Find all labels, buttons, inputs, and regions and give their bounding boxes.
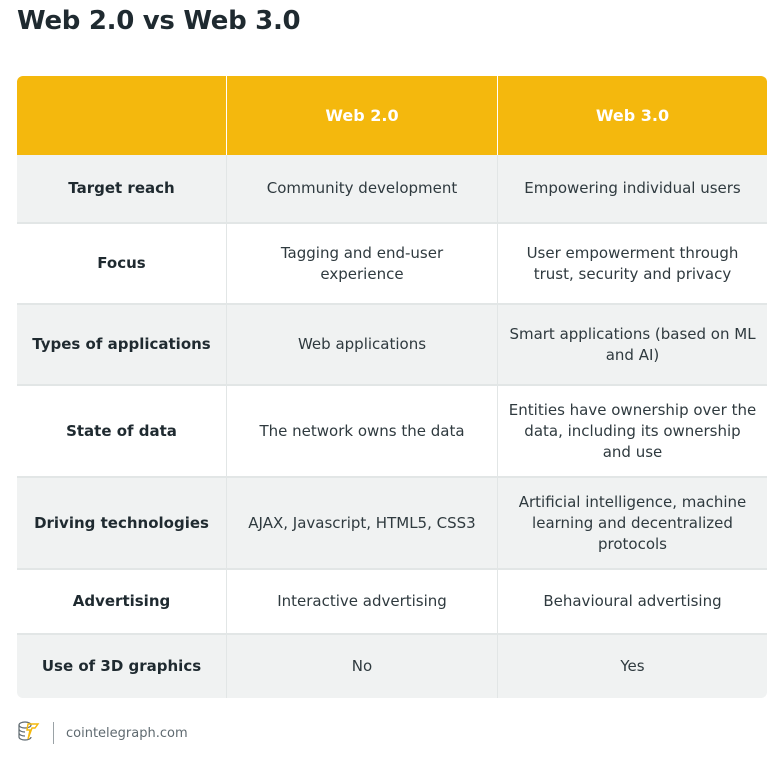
table-row: Advertising Interactive advertising Beha… xyxy=(17,570,767,635)
web3-cell: User empowerment through trust, security… xyxy=(497,224,767,303)
web2-cell: AJAX, Javascript, HTML5, CSS3 xyxy=(226,478,497,568)
footer-divider xyxy=(53,722,54,744)
row-label: Target reach xyxy=(68,179,175,197)
page-title: Web 2.0 vs Web 3.0 xyxy=(17,6,301,36)
table-row: Use of 3D graphics No Yes xyxy=(17,635,767,698)
web3-cell: Empowering individual users xyxy=(497,155,767,222)
header-cell-web3: Web 3.0 xyxy=(497,76,767,155)
web3-cell: Smart applications (based on ML and AI) xyxy=(497,305,767,384)
web2-cell: Tagging and end-user experience xyxy=(226,224,497,303)
row-label: Focus xyxy=(97,254,146,272)
site-name: cointelegraph.com xyxy=(66,725,188,741)
header-cell-web2: Web 2.0 xyxy=(226,76,497,155)
web2-cell: Web applications xyxy=(226,305,497,384)
cointelegraph-logo-icon xyxy=(17,720,41,746)
web2-cell: Community development xyxy=(226,155,497,222)
row-label: Use of 3D graphics xyxy=(41,657,202,675)
comparison-table: Web 2.0 Web 3.0 Target reach Community d… xyxy=(17,76,767,698)
web3-cell: Artificial intelligence, machine learnin… xyxy=(497,478,767,568)
row-label: Advertising xyxy=(72,592,171,610)
web3-cell: Behavioural advertising xyxy=(497,570,767,633)
row-label: Driving technologies xyxy=(34,513,209,532)
web2-cell: The network owns the data xyxy=(226,386,497,476)
footer: cointelegraph.com xyxy=(17,720,188,746)
table-row: Target reach Community development Empow… xyxy=(17,155,767,224)
table-row: State of data The network owns the data … xyxy=(17,386,767,478)
header-cell-empty xyxy=(17,76,226,155)
row-label: State of data xyxy=(66,421,177,440)
row-label: Types of applications xyxy=(32,335,211,353)
table-header-row: Web 2.0 Web 3.0 xyxy=(17,76,767,155)
web3-cell: Entities have ownership over the data, i… xyxy=(497,386,767,476)
web3-cell: Yes xyxy=(497,635,767,698)
web2-cell: Interactive advertising xyxy=(226,570,497,633)
table-row: Driving technologies AJAX, Javascript, H… xyxy=(17,478,767,570)
web2-cell: No xyxy=(226,635,497,698)
table-row: Types of applications Web applications S… xyxy=(17,305,767,386)
table-row: Focus Tagging and end-user experience Us… xyxy=(17,224,767,305)
